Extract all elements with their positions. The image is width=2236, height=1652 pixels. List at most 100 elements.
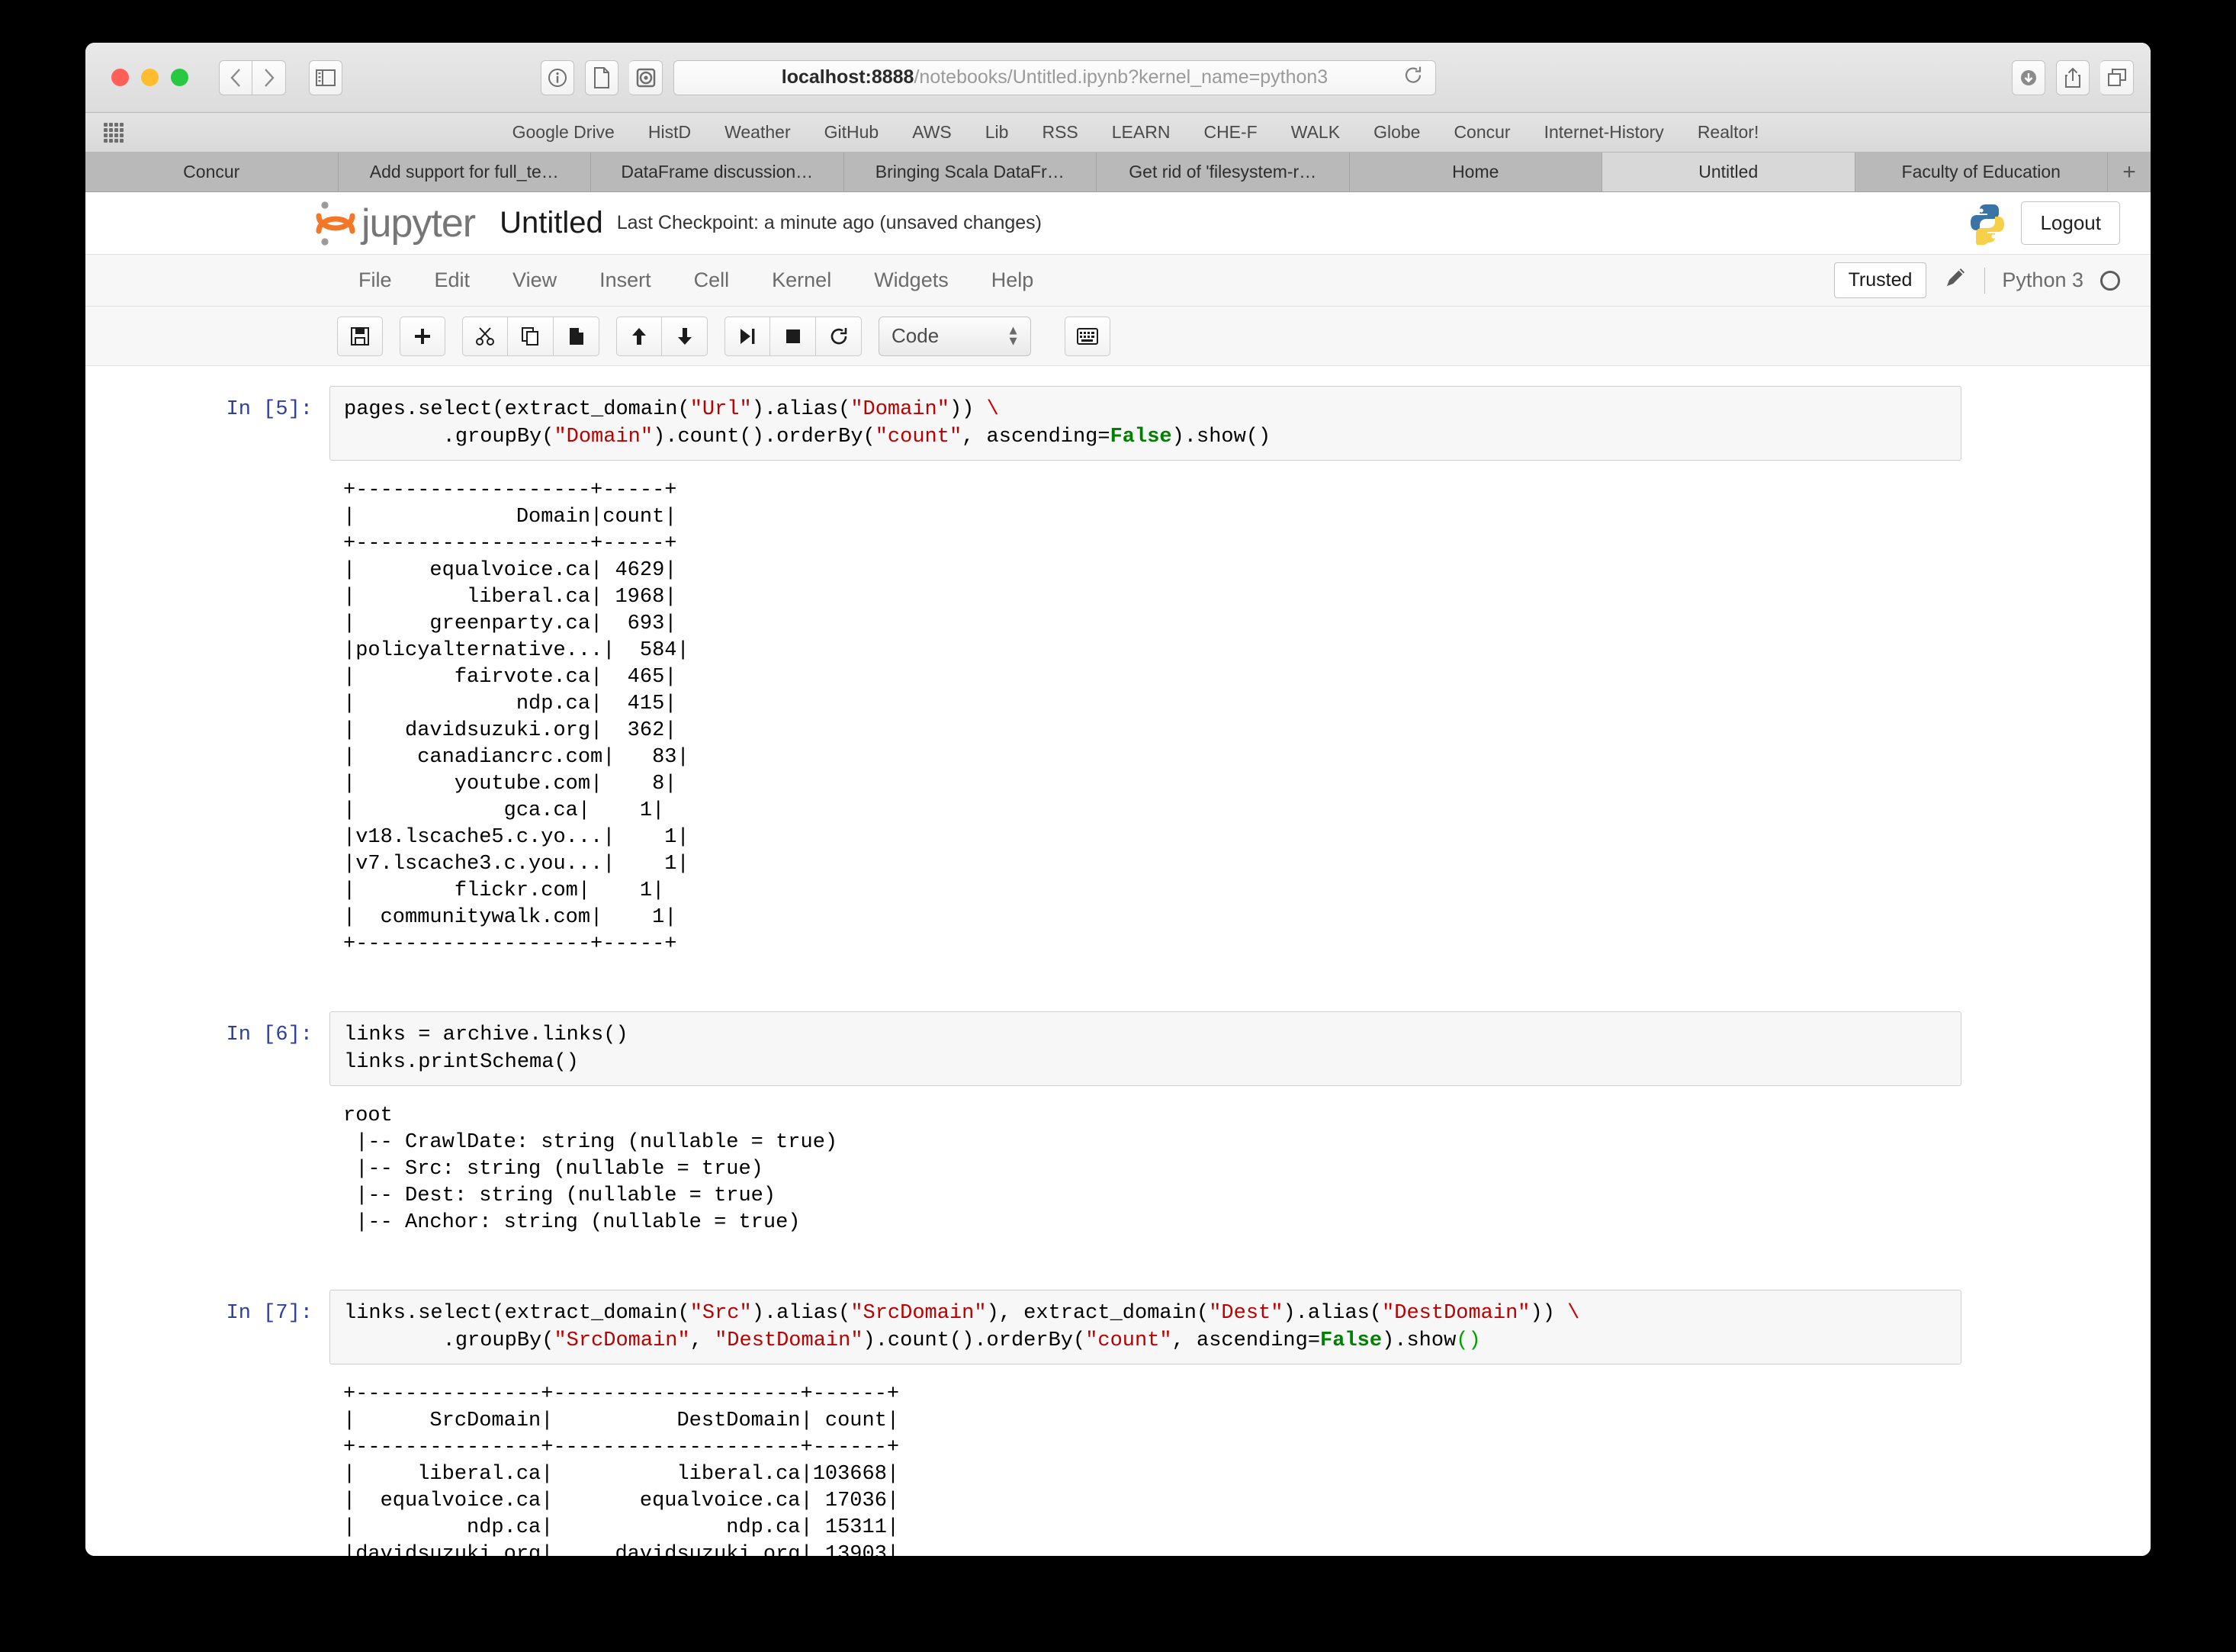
menu-view[interactable]: View (491, 268, 578, 292)
cell-code-editor[interactable]: links.select(extract_domain("Src").alias… (329, 1290, 1961, 1364)
notebook-scrollbar[interactable] (2137, 368, 2151, 1556)
run-group (724, 316, 862, 356)
browser-tab[interactable]: Get rid of 'filesystem-r… (1097, 153, 1350, 191)
menu-edit[interactable]: Edit (413, 268, 492, 292)
move-cell-down-button[interactable] (662, 316, 708, 356)
forward-button[interactable] (252, 59, 286, 95)
python-logo-icon (1971, 204, 2005, 245)
jupyter-menubar: File Edit View Insert Cell Kernel Widgets Help … (85, 255, 2151, 307)
jupyter-notebook-page: jupyter Untitled Last Checkpoint: a minu… (85, 192, 2151, 1556)
menu-help[interactable]: Help (970, 268, 1055, 292)
favorite-item[interactable]: Globe (1357, 122, 1437, 143)
kernel-name-label: Python 3 (2002, 268, 2083, 291)
paste-cell-button[interactable] (554, 316, 599, 356)
cell-input-prompt: In [6]: (226, 1024, 313, 1046)
browser-tab[interactable]: Home (1350, 153, 1602, 191)
notebook-cell[interactable]: In [5]: pages.select(extract_domain("Url"… (177, 386, 1961, 461)
cell-type-value: Code (892, 324, 940, 347)
close-window-button[interactable] (111, 69, 129, 86)
interrupt-kernel-button[interactable] (770, 316, 816, 356)
notebook-title[interactable]: Untitled (500, 206, 603, 240)
sidebar-toggle-button[interactable] (309, 59, 342, 95)
safari-window: localhost:8888/notebooks/Untitled.ipynb?… (85, 43, 2151, 1556)
chevron-updown-icon: ▲ ▼ (1007, 323, 1020, 349)
back-button[interactable] (219, 59, 252, 95)
menu-kernel[interactable]: Kernel (750, 268, 853, 292)
run-cell-button[interactable] (724, 316, 770, 356)
trusted-badge[interactable]: Trusted (1833, 262, 1927, 298)
move-cell-up-button[interactable] (616, 316, 662, 356)
favorite-item[interactable]: AWS (895, 122, 969, 143)
jupyter-logo-text: jupyter (361, 201, 476, 246)
copy-cell-button[interactable] (508, 316, 554, 356)
favorite-item[interactable]: RSS (1025, 122, 1094, 143)
address-bar[interactable]: localhost:8888/notebooks/Untitled.ipynb?… (673, 59, 1436, 95)
favorite-item[interactable]: LEARN (1095, 122, 1187, 143)
browser-tab[interactable]: Bringing Scala DataFr… (844, 153, 1097, 191)
command-palette-button[interactable] (1065, 316, 1110, 356)
downloads-icon[interactable] (2012, 59, 2045, 95)
insert-group (400, 316, 445, 356)
address-tools (541, 59, 663, 95)
favorite-item[interactable]: CHE-F (1187, 122, 1274, 143)
move-group (616, 316, 708, 356)
cell-output-text: +---------------+--------------------+--… (343, 1383, 900, 1556)
jupyter-header-right: Logout (1968, 201, 2120, 245)
favorite-item[interactable]: Lib (969, 122, 1026, 143)
favorite-item[interactable]: GitHub (808, 122, 896, 143)
jupyter-toolbar: Code ▲ ▼ (85, 307, 2151, 366)
privacy-shield-icon[interactable] (629, 59, 663, 95)
reader-view-icon[interactable] (585, 59, 618, 95)
cell-code-editor[interactable]: pages.select(extract_domain("Url").alias… (329, 386, 1961, 461)
info-icon[interactable] (541, 59, 574, 95)
browser-tab[interactable]: Faculty of Education (1855, 153, 2108, 191)
url-host: localhost:8888 (781, 66, 914, 88)
favorite-item[interactable]: Internet-History (1528, 122, 1681, 143)
minimize-window-button[interactable] (141, 69, 159, 86)
cell-spacer (177, 958, 1961, 993)
reload-icon[interactable] (1403, 65, 1423, 90)
menubar-right: Trusted Python 3 (1833, 262, 2120, 298)
cell-output-text: root |-- CrawlDate: string (nullable = t… (343, 1104, 838, 1234)
show-favorites-grid-icon[interactable] (104, 122, 124, 143)
menu-widgets[interactable]: Widgets (853, 268, 970, 292)
window-traffic-lights (111, 69, 188, 86)
browser-tab[interactable]: Add support for full_te… (339, 153, 591, 191)
notebook-cell[interactable]: In [7]: links.select(extract_domain("Src"… (177, 1290, 1961, 1364)
favorites-bar: Google Drive HistD Weather GitHub AWS Lib RSS L… (85, 113, 2151, 153)
browser-tab[interactable]: DataFrame discussion… (591, 153, 844, 191)
save-button[interactable] (337, 316, 383, 356)
favorite-item[interactable]: Weather (708, 122, 808, 143)
cell-source: links.select(extract_domain("Src").alias… (344, 1302, 1580, 1352)
insert-cell-below-button[interactable] (400, 316, 445, 356)
jupyter-logo-icon (316, 201, 355, 246)
new-tab-button[interactable]: + (2108, 153, 2151, 191)
jupyter-header: jupyter Untitled Last Checkpoint: a minu… (85, 192, 2151, 255)
favorite-item[interactable]: Concur (1437, 122, 1527, 143)
cell-source: links = archive.links() links.printSchem… (344, 1024, 628, 1074)
favorite-item[interactable]: WALK (1274, 122, 1357, 143)
favorite-item[interactable]: Realtor! (1681, 122, 1776, 143)
menu-insert[interactable]: Insert (578, 268, 673, 292)
menu-cell[interactable]: Cell (673, 268, 751, 292)
favorite-item[interactable]: Google Drive (496, 122, 631, 143)
edit-pencil-icon[interactable] (1943, 265, 1968, 295)
maximize-window-button[interactable] (171, 69, 188, 86)
menubar-divider (1984, 267, 1986, 294)
browser-tab[interactable]: Untitled (1602, 153, 1855, 191)
favorite-item[interactable]: HistD (631, 122, 708, 143)
logout-button[interactable]: Logout (2021, 201, 2120, 245)
show-all-tabs-icon[interactable] (2100, 59, 2134, 95)
cell-code-editor[interactable]: links = archive.links() links.printSchem… (329, 1011, 1961, 1086)
jupyter-logo[interactable]: jupyter (314, 199, 476, 248)
browser-tab[interactable]: Concur (85, 153, 339, 191)
cut-cell-button[interactable] (462, 316, 508, 356)
restart-kernel-button[interactable] (816, 316, 862, 356)
command-palette-group (1065, 316, 1110, 356)
notebook-body[interactable]: In [5]: pages.select(extract_domain("Url"… (85, 368, 2151, 1556)
browser-right-buttons (2012, 59, 2134, 95)
notebook-cell[interactable]: In [6]: links = archive.links() links.pri… (177, 1011, 1961, 1086)
cell-type-select[interactable]: Code ▲ ▼ (879, 316, 1031, 356)
share-icon[interactable] (2056, 59, 2090, 95)
menu-file[interactable]: File (337, 268, 413, 292)
